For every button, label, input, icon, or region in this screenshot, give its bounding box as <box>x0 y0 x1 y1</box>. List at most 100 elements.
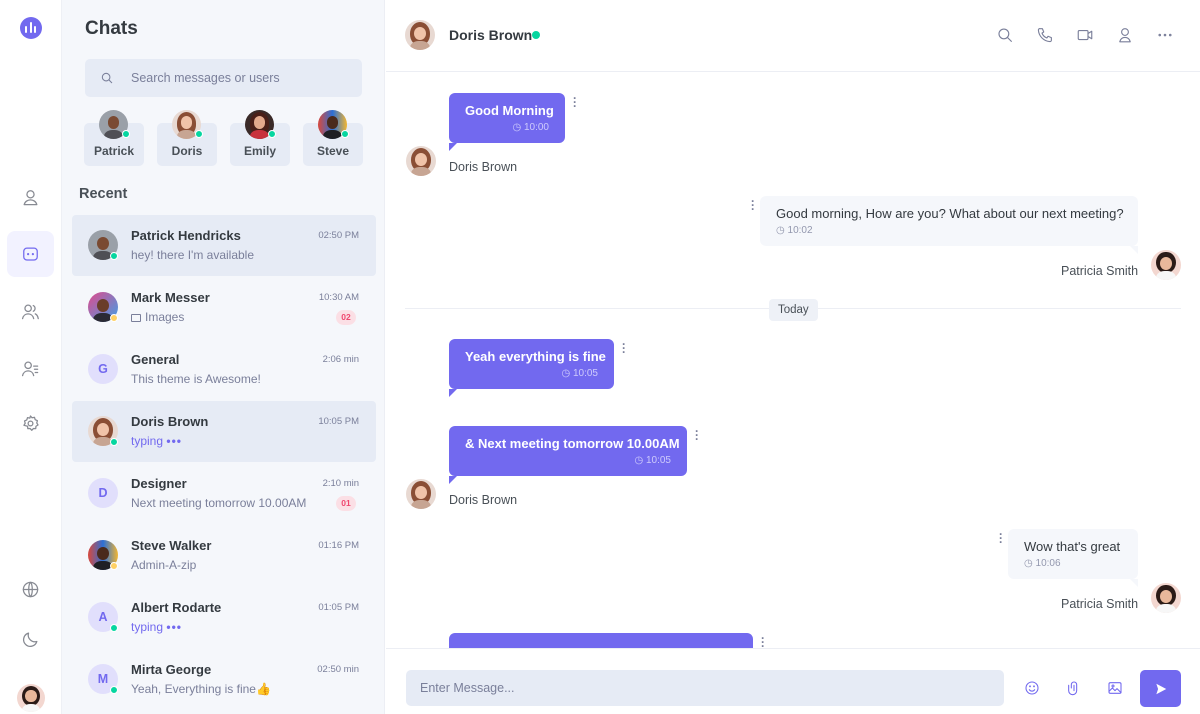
nav-dark-mode-button[interactable] <box>7 616 54 662</box>
search-box[interactable] <box>85 59 362 97</box>
send-button[interactable] <box>1140 670 1181 707</box>
online-indicator <box>110 686 118 694</box>
unread-badge: 02 <box>336 310 356 325</box>
message-options-button[interactable]: · · · <box>570 92 580 112</box>
avatar-initial: G <box>88 354 118 384</box>
search-button[interactable] <box>996 26 1014 44</box>
chat-item-patrick-hendricks[interactable]: Patrick Hendricks hey! there I'm availab… <box>72 215 376 276</box>
message-options-button[interactable]: · · · <box>692 425 702 445</box>
messages-list[interactable]: Good Morning ◷ 10:00 · · · Doris Brown Goo… <box>386 72 1200 648</box>
message-options-button[interactable]: · · · <box>748 195 758 215</box>
attach-file-button[interactable] <box>1066 680 1082 696</box>
chat-name: Steve Walker <box>131 538 212 553</box>
message-text: & Next meeting tomorrow 10.00AM <box>465 436 680 451</box>
chat-name: Patrick Hendricks <box>131 228 241 243</box>
online-indicator <box>110 252 118 260</box>
chat-item-albert-rodarte[interactable]: A Albert Rodarte typing ••• 01:05 PM <box>72 587 376 648</box>
chat-preview: This theme is Awesome! <box>131 372 261 386</box>
message-time: ◷ 10:05 <box>561 368 598 379</box>
chat-icon <box>23 247 38 261</box>
chat-item-general[interactable]: G General This theme is Awesome! 2:06 mi… <box>72 339 376 400</box>
typing-indicator: typing ••• <box>131 620 182 634</box>
unread-badge: 01 <box>336 496 356 511</box>
chat-item-mirta-george[interactable]: M Mirta George Yeah, Everything is fine👍… <box>72 649 376 710</box>
online-user-patrick[interactable]: Patrick <box>84 110 144 166</box>
moon-icon <box>23 632 38 647</box>
message-text: Wow that's great <box>1024 539 1121 554</box>
chat-name: Mark Messer <box>131 290 210 305</box>
chat-item-mark-messer[interactable]: Mark Messer Images 10:30 AM 02 <box>72 277 376 338</box>
message-options-button[interactable]: · · · <box>996 528 1006 548</box>
chat-time: 02:50 min <box>317 664 359 675</box>
message-sender: Patricia Smith <box>1061 597 1139 611</box>
message-time: ◷ 10:05 <box>634 455 671 466</box>
online-user-name: Patrick <box>93 144 135 158</box>
chat-preview: Admin-A-zip <box>131 558 197 572</box>
voice-call-button[interactable] <box>1036 26 1054 44</box>
my-profile-avatar[interactable] <box>17 684 45 712</box>
message-options-button[interactable]: · · · <box>758 632 768 648</box>
online-user-emily[interactable]: Emily <box>230 110 290 166</box>
message-bubble-incoming[interactable]: Yeah everything is fine ◷ 10:05 <box>449 339 614 397</box>
contact-name[interactable]: Doris Brown <box>449 27 532 43</box>
online-user-name: Doris <box>171 144 203 158</box>
nav-contacts-button[interactable] <box>7 345 54 391</box>
message-options-button[interactable]: · · · <box>619 338 629 358</box>
online-indicator <box>532 31 540 39</box>
chat-time: 02:50 PM <box>318 230 359 241</box>
conversation-panel: Doris Brown Good Morning ◷ 10:00 · · · Dor… <box>386 0 1200 714</box>
chat-name: Mirta George <box>131 662 212 677</box>
message-bubble-incoming-partial[interactable] <box>449 633 753 648</box>
chat-time: 01:05 PM <box>318 602 359 613</box>
nav-chats-button[interactable] <box>7 231 54 277</box>
message-text: Yeah everything is fine <box>465 349 606 364</box>
more-icon <box>1158 33 1172 37</box>
nav-groups-button[interactable] <box>7 288 54 334</box>
chat-time: 10:30 AM <box>318 292 359 303</box>
profile-info-button[interactable] <box>1116 26 1134 44</box>
chat-name: Albert Rodarte <box>131 600 222 615</box>
video-call-button[interactable] <box>1076 26 1094 44</box>
chat-time: 01:16 PM <box>318 540 359 551</box>
message-bubble-incoming[interactable]: & Next meeting tomorrow 10.00AM ◷ 10:05 <box>449 426 687 484</box>
message-bubble-incoming[interactable]: Good Morning ◷ 10:00 <box>449 93 565 151</box>
emoji-icon <box>1025 681 1039 695</box>
message-bubble-outgoing[interactable]: Good morning, How are you? What about ou… <box>760 196 1138 254</box>
online-user-doris[interactable]: Doris <box>157 110 217 166</box>
chat-time: 2:10 min <box>322 478 359 489</box>
avatar-initial: D <box>88 478 118 508</box>
online-user-name: Steve <box>316 144 350 158</box>
phone-icon <box>1037 28 1052 43</box>
online-user-steve[interactable]: Steve <box>303 110 363 166</box>
online-indicator <box>110 624 118 632</box>
chat-list-panel: Chats Patrick Doris Emily Steve Recent <box>62 0 385 714</box>
message-text: Good Morning <box>465 103 554 118</box>
contact-avatar[interactable] <box>405 20 435 50</box>
recent-heading: Recent <box>79 186 128 202</box>
my-avatar <box>1151 583 1181 613</box>
contacts-icon <box>21 361 39 376</box>
chat-item-steve-walker[interactable]: Steve Walker Admin-A-zip 01:16 PM <box>72 525 376 586</box>
nav-settings-button[interactable] <box>7 400 54 446</box>
online-users-strip: Patrick Doris Emily Steve <box>84 110 364 166</box>
day-label: Today <box>769 299 818 321</box>
message-bubble-outgoing[interactable]: Wow that's great ◷ 10:06 <box>1008 529 1138 587</box>
message-input[interactable] <box>406 670 1004 706</box>
more-options-button[interactable] <box>1156 26 1174 44</box>
emoji-button[interactable] <box>1024 680 1040 696</box>
chat-preview: Images <box>131 310 184 324</box>
send-image-button[interactable] <box>1107 680 1123 696</box>
search-input[interactable] <box>131 71 331 85</box>
app-logo-icon[interactable] <box>20 17 42 39</box>
online-indicator <box>195 130 203 138</box>
nav-language-button[interactable] <box>7 566 54 612</box>
search-icon <box>101 72 113 84</box>
chat-item-designer[interactable]: D Designer Next meeting tomorrow 10.00AM… <box>72 463 376 524</box>
message-time: ◷ 10:00 <box>512 122 549 133</box>
chat-item-doris-brown[interactable]: Doris Brown typing ••• 10:05 PM <box>72 401 376 462</box>
send-icon <box>1155 683 1166 694</box>
online-user-name: Emily <box>243 144 276 158</box>
panel-title: Chats <box>85 18 138 39</box>
message-sender: Doris Brown <box>449 160 518 174</box>
nav-profile-button[interactable] <box>7 174 54 220</box>
